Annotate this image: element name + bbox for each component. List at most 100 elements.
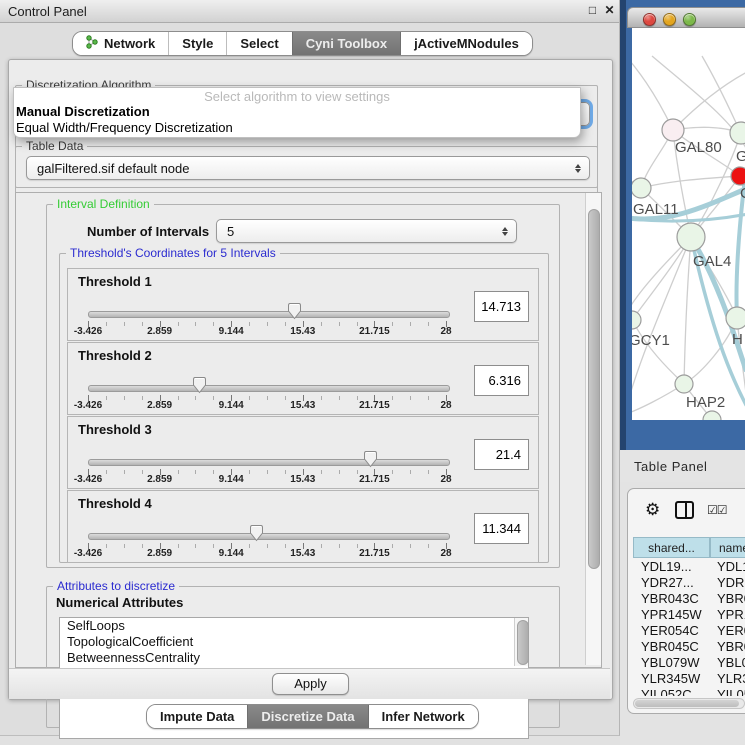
slider-tick-label: 15.43 <box>290 400 315 411</box>
attribute-list-item[interactable]: SelfLoops <box>60 618 528 634</box>
tab-label: Style <box>182 36 213 51</box>
network-node-node-h[interactable] <box>726 307 745 329</box>
network-edge[interactable] <box>632 56 673 130</box>
slider-tick <box>339 544 340 548</box>
float-window-icon[interactable]: □ <box>585 3 600 18</box>
network-edge[interactable] <box>641 176 740 188</box>
column-header-shared-name[interactable]: shared... <box>633 537 710 558</box>
cell-shared-name: YBL079W <box>641 655 700 670</box>
network-edge[interactable] <box>684 237 691 384</box>
tab-select[interactable]: Select <box>226 32 291 55</box>
select-columns-icons[interactable]: ☑☑ <box>707 503 727 517</box>
slider-tick <box>285 544 286 548</box>
table-panel-title: Table Panel <box>634 459 707 474</box>
threshold-slider-handle[interactable] <box>249 524 264 542</box>
attributes-list-scrollbar[interactable] <box>514 618 528 666</box>
cell-name: YBR04 <box>717 639 745 654</box>
slider-tick <box>195 322 196 326</box>
table-panel-header: Table Panel <box>620 450 745 483</box>
settings-scrollpane: Interval Definition Number of Intervals … <box>15 192 602 668</box>
apply-button[interactable]: Apply <box>272 673 349 695</box>
numerical-attributes-heading: Numerical Attributes <box>56 595 183 610</box>
column-header-name[interactable]: name <box>710 537 745 558</box>
cell-shared-name: YDL19... <box>641 559 692 574</box>
network-node-GAL80[interactable] <box>662 119 684 141</box>
slider-tick <box>392 396 393 400</box>
network-edge[interactable] <box>684 318 737 384</box>
number-of-intervals-label: Number of Intervals <box>87 224 209 239</box>
tab-discretize-data[interactable]: Discretize Data <box>247 705 367 728</box>
table-data-combobox[interactable]: galFiltered.sif default node <box>26 156 590 180</box>
tab-network[interactable]: Network <box>73 32 168 55</box>
network-node-node-red[interactable] <box>731 167 745 185</box>
bottom-tabbar: Impute DataDiscretize DataInfer Network <box>146 704 479 729</box>
number-of-intervals-value: 5 <box>217 224 498 239</box>
tab-jactivemnodules[interactable]: jActiveMNodules <box>400 32 532 55</box>
mac-zoom-button[interactable] <box>683 13 696 26</box>
network-edge[interactable] <box>632 320 684 384</box>
control-panel-tabbar: Network Style Select Cyni Toolbox jActiveMNo… <box>72 31 533 56</box>
threshold-value-field[interactable]: 14.713 <box>474 291 529 322</box>
mac-minimize-button[interactable] <box>663 13 676 26</box>
slider-tick-label: 9.144 <box>219 474 244 485</box>
network-icon <box>86 35 98 52</box>
settings-vertical-scrollbar[interactable] <box>585 193 601 665</box>
table-settings-gear-icon[interactable]: ⚙ <box>645 501 660 520</box>
slider-tick <box>321 322 322 326</box>
tab-style[interactable]: Style <box>168 32 226 55</box>
thresholds-group-title: Threshold's Coordinates for 5 Intervals <box>66 246 280 261</box>
algorithm-option-equal-width[interactable]: Equal Width/Frequency Discretization <box>14 120 580 136</box>
tab-impute-data[interactable]: Impute Data <box>147 705 247 728</box>
network-node-GCY1[interactable] <box>632 311 641 329</box>
threshold-slider-handle[interactable] <box>287 302 302 320</box>
slider-tick <box>357 322 358 326</box>
network-node-HAP2[interactable] <box>675 375 693 393</box>
slider-tick <box>178 396 179 400</box>
network-node-GAL11[interactable] <box>632 178 651 198</box>
threshold-value-field[interactable]: 11.344 <box>474 513 529 544</box>
slider-tick-label: -3.426 <box>74 548 102 559</box>
network-edge[interactable] <box>673 72 745 130</box>
threshold-slider-track[interactable] <box>88 459 450 466</box>
threshold-slider-track[interactable] <box>88 533 450 540</box>
slider-tick <box>339 470 340 474</box>
threshold-value-field[interactable]: 21.4 <box>474 439 529 470</box>
table-horizontal-scrollbar[interactable] <box>633 698 745 709</box>
cell-shared-name: YBR045C <box>641 639 699 654</box>
network-node-node-g[interactable] <box>730 122 745 144</box>
mac-close-button[interactable] <box>643 13 656 26</box>
slider-tick <box>124 322 125 326</box>
column-chooser-icon[interactable] <box>675 501 694 519</box>
tab-cyni-toolbox[interactable]: Cyni Toolbox <box>292 32 400 55</box>
attribute-list-item[interactable]: BetweennessCentrality <box>60 650 528 666</box>
slider-tick <box>392 470 393 474</box>
number-of-intervals-combobox[interactable]: 5 <box>216 219 517 243</box>
threshold-slider-track[interactable] <box>88 385 450 392</box>
threshold-slider-track[interactable] <box>88 311 450 318</box>
algorithm-dropdown-hint: Select algorithm to view settings <box>14 88 580 104</box>
algorithm-option-manual[interactable]: Manual Discretization <box>14 104 580 120</box>
slider-tick <box>410 396 411 400</box>
tab-infer-network[interactable]: Infer Network <box>368 705 478 728</box>
close-window-icon[interactable]: ✕ <box>602 3 617 18</box>
control-panel-titlebar: Control Panel □ ✕ <box>0 0 619 23</box>
cell-shared-name: YPR145W <box>641 607 702 622</box>
network-canvas[interactable]: GAL80GCGAL11GAL4GCY1HHAP2 <box>632 28 745 420</box>
slider-tick <box>285 470 286 474</box>
threshold-value-field[interactable]: 6.316 <box>474 365 529 396</box>
slider-tick <box>428 322 429 326</box>
slider-tick-label: 21.715 <box>359 474 390 485</box>
cell-name: YDR27 <box>717 575 745 590</box>
cell-name: YBL07 <box>717 655 745 670</box>
tab-label: Cyni Toolbox <box>306 36 387 51</box>
slider-tick-label: 28 <box>440 326 451 337</box>
threshold-label: Threshold 4 <box>78 496 152 511</box>
cell-shared-name: YDR27... <box>641 575 694 590</box>
network-edge[interactable] <box>702 56 741 133</box>
threshold-slider-handle[interactable] <box>363 450 378 468</box>
attribute-list-item[interactable]: TopologicalCoefficient <box>60 634 528 650</box>
network-node-GAL4[interactable] <box>677 223 705 251</box>
slider-tick <box>213 322 214 326</box>
algorithm-dropdown-popup: Select algorithm to view settings Manual… <box>13 87 581 138</box>
threshold-slider-handle[interactable] <box>192 376 207 394</box>
